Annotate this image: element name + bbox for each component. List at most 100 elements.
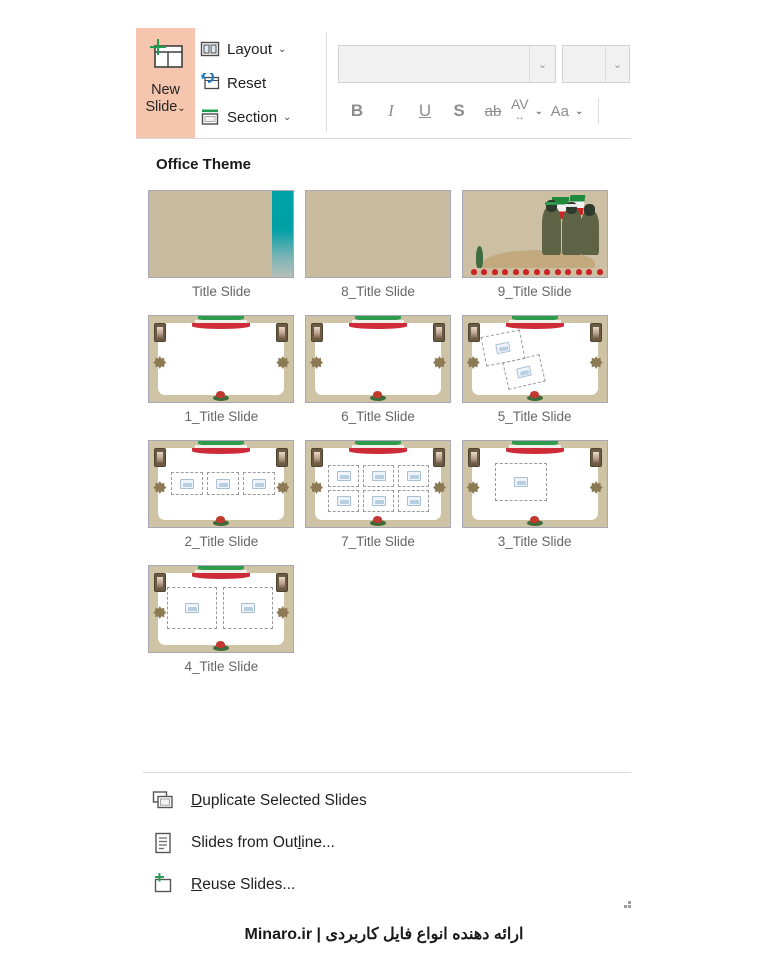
content-placeholder-icon: [336, 471, 351, 481]
layout-thumbnail-label: 9_Title Slide: [497, 284, 572, 299]
layout-thumbnail[interactable]: [305, 440, 451, 528]
resize-grip[interactable]: [620, 901, 632, 913]
font-size-input[interactable]: [563, 46, 605, 82]
text-shadow-button[interactable]: S: [442, 96, 476, 126]
new-slide-button[interactable]: New Slide⌄: [136, 28, 195, 138]
portrait-decoration-icon: [276, 573, 289, 592]
portrait-decoration-icon: [467, 448, 480, 467]
content-placeholder-icon: [406, 471, 421, 481]
gallery-row: 2_Title Slide 7_Title Slide 3_Title Slide: [143, 440, 613, 549]
section-button[interactable]: Section ⌄: [200, 100, 320, 134]
layout-thumbnail[interactable]: [305, 315, 451, 403]
portrait-decoration-icon: [154, 448, 167, 467]
content-placeholder[interactable]: [398, 490, 429, 512]
font-size-combobox[interactable]: ⌄: [562, 45, 630, 83]
layout-thumbnail[interactable]: [148, 440, 295, 528]
reuse-slides-icon: [151, 873, 175, 897]
menu-item[interactable]: Reuse Slides...: [143, 864, 633, 906]
ribbon-divider: [326, 32, 327, 132]
flower-decoration-icon: [370, 516, 386, 527]
content-placeholder[interactable]: [363, 490, 394, 512]
gallery-cell: Title Slide: [143, 190, 300, 299]
layout-button[interactable]: Layout ⌄: [200, 32, 320, 66]
gallery-menu: Duplicate Selected Slides Slides from Out…: [143, 780, 633, 906]
gallery-cell: 1_Title Slide: [143, 315, 300, 424]
gallery-cell: 7_Title Slide: [300, 440, 457, 549]
font-name-combobox[interactable]: ⌄: [338, 45, 556, 83]
font-size-chevron-down-icon[interactable]: ⌄: [605, 46, 629, 82]
portrait-decoration-icon: [589, 323, 602, 342]
bold-button[interactable]: B: [340, 96, 374, 126]
ribbon-bottom-border: [136, 138, 631, 139]
layout-thumbnail-label: 8_Title Slide: [341, 284, 415, 299]
flower-decoration-icon: [213, 641, 230, 652]
layout-thumbnail[interactable]: [148, 565, 295, 653]
change-case-chevron-down-icon[interactable]: ⌄: [575, 106, 583, 117]
content-placeholder[interactable]: [494, 463, 547, 501]
content-placeholder-icon: [406, 496, 421, 506]
layout-thumbnail[interactable]: [148, 190, 295, 278]
layout-chevron-down-icon[interactable]: ⌄: [278, 44, 286, 55]
content-placeholder[interactable]: [328, 490, 359, 512]
content-placeholder-icon: [216, 478, 231, 489]
character-spacing-button[interactable]: AV ↔ ⌄: [510, 96, 544, 126]
content-placeholder[interactable]: [171, 472, 204, 495]
section-icon: [200, 107, 220, 127]
content-placeholder-icon: [180, 478, 195, 489]
layout-thumbnail-label: 5_Title Slide: [497, 409, 572, 424]
underline-button[interactable]: U: [408, 96, 442, 126]
menu-item[interactable]: Duplicate Selected Slides: [143, 780, 633, 822]
portrait-decoration-icon: [433, 448, 445, 467]
menu-item[interactable]: Slides from Outline...: [143, 822, 633, 864]
layout-thumbnail[interactable]: [461, 190, 608, 278]
gallery-cell: 6_Title Slide: [300, 315, 457, 424]
photo-tree: [475, 246, 483, 269]
layout-thumbnail-label: 2_Title Slide: [184, 534, 259, 549]
layout-thumbnail[interactable]: [461, 440, 608, 528]
content-placeholder-icon: [185, 603, 200, 613]
content-placeholder[interactable]: [223, 587, 274, 629]
slide-content-area: [315, 323, 441, 395]
section-chevron-down-icon[interactable]: ⌄: [283, 112, 291, 123]
layout-thumbnail-label: Title Slide: [191, 284, 251, 299]
theme-group-title: Office Theme: [156, 156, 252, 173]
gallery-row: 1_Title Slide 6_Title Slide 5_Title Slide: [143, 315, 613, 424]
layout-icon: [200, 39, 220, 59]
content-placeholder[interactable]: [207, 472, 240, 495]
ribbon-decoration-icon: [349, 441, 407, 457]
layout-thumbnail[interactable]: [305, 190, 451, 278]
menu-item-label: Duplicate Selected Slides: [191, 792, 367, 809]
watermark-text: ارائه دهنده انواع فایل کاربردی | Minaro.…: [244, 926, 524, 943]
content-placeholder[interactable]: [243, 472, 276, 495]
new-slide-label-line2: Slide: [145, 99, 178, 115]
gallery-row: 4_Title Slide: [143, 565, 613, 674]
character-spacing-chevron-down-icon[interactable]: ⌄: [535, 106, 543, 117]
portrait-decoration-icon: [276, 323, 289, 342]
photo-figure: [580, 211, 599, 255]
gallery-cell: 9_Title Slide: [456, 190, 613, 299]
layout-thumbnail[interactable]: [148, 315, 295, 403]
portrait-decoration-icon: [154, 323, 167, 342]
layout-thumbnail[interactable]: [461, 315, 608, 403]
reset-button[interactable]: Reset: [200, 66, 320, 100]
font-name-input[interactable]: [339, 46, 529, 82]
content-placeholder[interactable]: [363, 465, 394, 487]
gallery-cell: 4_Title Slide: [143, 565, 300, 674]
outline-icon: [151, 831, 175, 855]
content-placeholder[interactable]: [167, 587, 218, 629]
new-slide-icon: [146, 36, 186, 76]
format-divider: [598, 98, 599, 124]
new-slide-chevron-down-icon[interactable]: ⌄: [177, 103, 185, 114]
italic-button[interactable]: I: [374, 96, 408, 126]
font-name-chevron-down-icon[interactable]: ⌄: [529, 46, 555, 82]
change-case-button[interactable]: Aa ⌄: [544, 96, 590, 126]
content-placeholder[interactable]: [398, 465, 429, 487]
menu-separator: [143, 772, 631, 773]
content-placeholder-icon: [241, 603, 256, 613]
photo-headband: [564, 204, 578, 207]
content-placeholder[interactable]: [328, 465, 359, 487]
photo-figure: [541, 207, 561, 255]
ribbon-toolbar: New Slide⌄ Layout ⌄ Reset Section ⌄ ⌄ ⌄ …: [0, 0, 768, 140]
layout-label: Layout: [227, 40, 273, 58]
strikethrough-button[interactable]: ab: [476, 96, 510, 126]
